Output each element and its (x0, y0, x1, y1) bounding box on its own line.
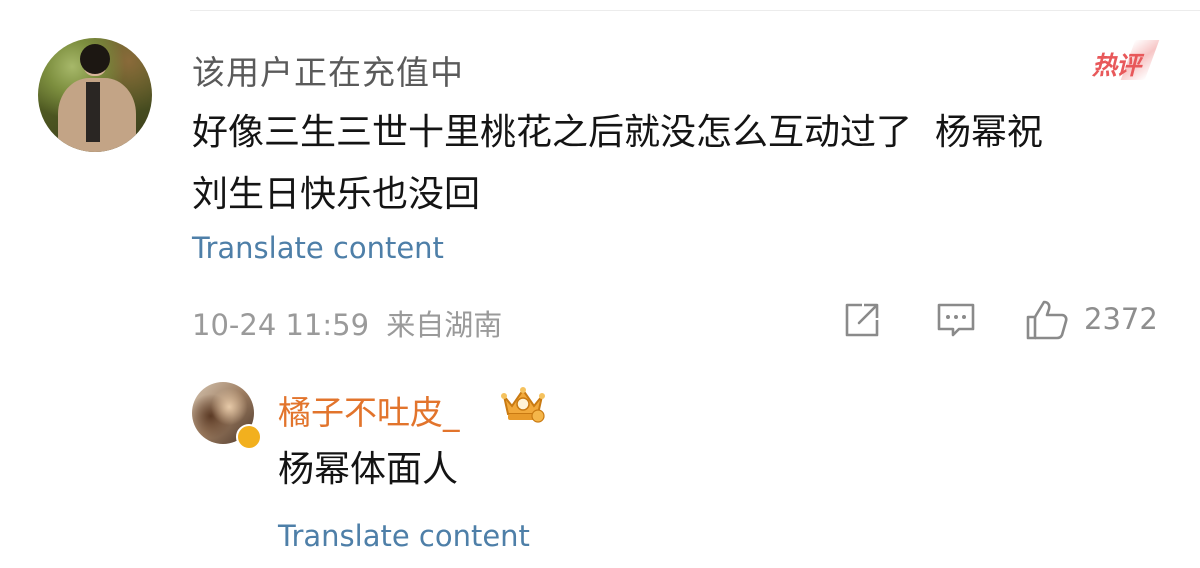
thumbs-up-icon (1026, 300, 1068, 340)
verified-badge-icon (236, 424, 262, 450)
comment-location: 来自湖南 (386, 308, 503, 342)
comment-meta: 10-24 11:59 来自湖南 (192, 302, 502, 344)
comment-button[interactable] (934, 298, 978, 342)
like-button[interactable]: 2372 (1024, 298, 1164, 342)
crown-badge-icon[interactable] (498, 382, 548, 426)
comment-text: 好像三生三世十里桃花之后就没怎么互动过了 杨幂祝 刘生日快乐也没回 (192, 112, 1043, 215)
hot-comment-badge: 热评 (1090, 38, 1160, 82)
top-divider (190, 10, 1200, 11)
commenter-avatar[interactable] (38, 38, 152, 152)
hot-comment-label: 热评 (1092, 51, 1141, 80)
reply-text: 杨幂体面人 (278, 449, 459, 490)
share-button[interactable] (840, 298, 884, 342)
reply-username[interactable]: 橘子不吐皮_ (278, 386, 460, 434)
share-icon (845, 303, 879, 337)
reply-translate-content-link[interactable]: Translate content (278, 519, 530, 553)
commenter-username[interactable]: 该用户正在充值中 (192, 46, 464, 94)
comment-thread: 该用户正在充值中 热评 好像三生三世十里桃花之后就没怎么互动过了 杨幂祝 刘生日… (0, 0, 1200, 568)
comment-timestamp: 10-24 11:59 (192, 308, 370, 342)
like-count: 2372 (1084, 302, 1158, 336)
translate-content-link[interactable]: Translate content (192, 231, 444, 265)
comment-icon (937, 303, 975, 337)
